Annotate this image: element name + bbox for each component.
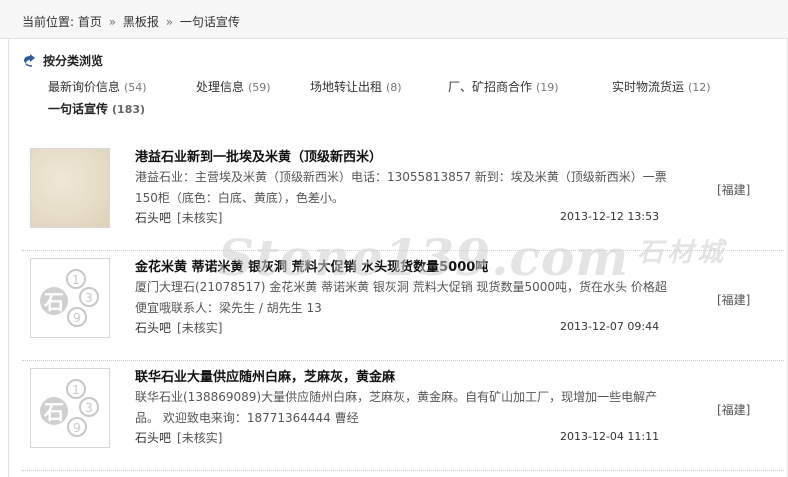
category-count: (19) bbox=[536, 81, 559, 94]
svg-text:3: 3 bbox=[85, 291, 93, 305]
category-heading-text: 按分类浏览 bbox=[43, 54, 104, 68]
category-label: 厂、矿招商合作 bbox=[448, 80, 533, 94]
category-count: (54) bbox=[124, 81, 147, 94]
stone-image[interactable] bbox=[30, 148, 110, 228]
post-title[interactable]: 联华石业大量供应随州白麻，芝麻灰，黄金麻 bbox=[135, 366, 395, 385]
post-source[interactable]: 石头吧 bbox=[135, 431, 171, 445]
stone139-logo[interactable]: 1 3 9 石 bbox=[30, 258, 110, 338]
post-region[interactable]: [福建] bbox=[717, 181, 750, 198]
category-factory-mine[interactable]: 厂、矿招商合作 (19) bbox=[448, 78, 559, 95]
category-label: 场地转让出租 bbox=[310, 80, 383, 94]
breadcrumb: 当前位置: 首页 » 黑板报 » 一句话宣传 bbox=[22, 13, 240, 30]
browse-arrow-icon bbox=[24, 53, 35, 67]
svg-text:石: 石 bbox=[43, 290, 64, 314]
verify-status: [未核实] bbox=[177, 321, 223, 335]
list-item: 1 3 9 石 联华石业大量供应随州白麻，芝麻灰，黄金麻 联华石业(138869… bbox=[22, 362, 784, 471]
post-title[interactable]: 金花米黄 蒂诺米黄 银灰洞 荒料大促销 水头现货数量5000吨 bbox=[135, 256, 488, 275]
svg-text:3: 3 bbox=[85, 401, 93, 415]
post-date: 2013-12-04 11:11 bbox=[560, 430, 660, 443]
post-meta: 石头吧 [未核实] bbox=[135, 209, 222, 226]
category-latest-inquiry[interactable]: 最新询价信息 (54) bbox=[48, 78, 147, 95]
category-count: (183) bbox=[112, 103, 146, 116]
category-count: (59) bbox=[248, 81, 271, 94]
post-region[interactable]: [福建] bbox=[717, 291, 750, 308]
list-item: 1 3 9 石 金花米黄 蒂诺米黄 银灰洞 荒料大促销 水头现货数量5000吨 … bbox=[22, 252, 784, 361]
category-slogan[interactable]: 一句话宣传 (183) bbox=[48, 100, 145, 117]
stone139-logo-icon: 1 3 9 石 bbox=[40, 269, 99, 327]
svg-text:9: 9 bbox=[73, 421, 81, 435]
breadcrumb-current: 一句话宣传 bbox=[179, 15, 240, 29]
category-label: 一句话宣传 bbox=[48, 102, 109, 116]
verify-status: [未核实] bbox=[177, 211, 223, 225]
svg-text:9: 9 bbox=[73, 311, 81, 325]
svg-text:石: 石 bbox=[43, 400, 64, 424]
category-logistics[interactable]: 实时物流货运 (12) bbox=[612, 78, 711, 95]
post-region[interactable]: [福建] bbox=[717, 401, 750, 418]
category-label: 处理信息 bbox=[196, 80, 245, 94]
list-item: 港益石业新到一批埃及米黄（顶级新西米） 港益石业：主营埃及米黄（顶级新西米）电话… bbox=[22, 142, 784, 251]
verify-status: [未核实] bbox=[177, 431, 223, 445]
top-bar: 当前位置: 首页 » 黑板报 » 一句话宣传 bbox=[0, 0, 788, 39]
post-description: 厦门大理石(21078517) 金花米黄 蒂诺米黄 银灰洞 荒料大促销 现货数量… bbox=[135, 280, 667, 315]
breadcrumb-blackboard[interactable]: 黑板报 bbox=[123, 15, 159, 29]
stone139-logo-icon: 1 3 9 石 bbox=[40, 379, 99, 437]
post-description: 联华石业(138869089)大量供应随州白麻，芝麻灰，黄金麻。自有矿山加工厂，… bbox=[135, 390, 658, 425]
svg-text:1: 1 bbox=[72, 273, 80, 287]
stone139-logo[interactable]: 1 3 9 石 bbox=[30, 368, 110, 448]
post-date: 2013-12-12 13:53 bbox=[560, 210, 660, 223]
post-source[interactable]: 石头吧 bbox=[135, 211, 171, 225]
breadcrumb-label: 当前位置: bbox=[22, 15, 75, 29]
post-source[interactable]: 石头吧 bbox=[135, 321, 171, 335]
category-count: (8) bbox=[386, 81, 402, 94]
breadcrumb-separator: » bbox=[108, 15, 117, 29]
post-title[interactable]: 港益石业新到一批埃及米黄（顶级新西米） bbox=[135, 146, 382, 165]
svg-text:1: 1 bbox=[72, 383, 80, 397]
category-count: (12) bbox=[688, 81, 711, 94]
category-heading: 按分类浏览 bbox=[22, 52, 103, 69]
post-description: 港益石业：主营埃及米黄（顶级新西米）电话：13055813857 新到：埃及米黄… bbox=[135, 170, 667, 205]
post-meta: 石头吧 [未核实] bbox=[135, 319, 222, 336]
category-label: 最新询价信息 bbox=[48, 80, 121, 94]
breadcrumb-home[interactable]: 首页 bbox=[78, 15, 102, 29]
category-processing[interactable]: 处理信息 (59) bbox=[196, 78, 271, 95]
category-site-transfer[interactable]: 场地转让出租 (8) bbox=[310, 78, 402, 95]
post-date: 2013-12-07 09:44 bbox=[560, 320, 660, 333]
category-label: 实时物流货运 bbox=[612, 80, 685, 94]
breadcrumb-separator: » bbox=[165, 15, 174, 29]
post-meta: 石头吧 [未核实] bbox=[135, 429, 222, 446]
